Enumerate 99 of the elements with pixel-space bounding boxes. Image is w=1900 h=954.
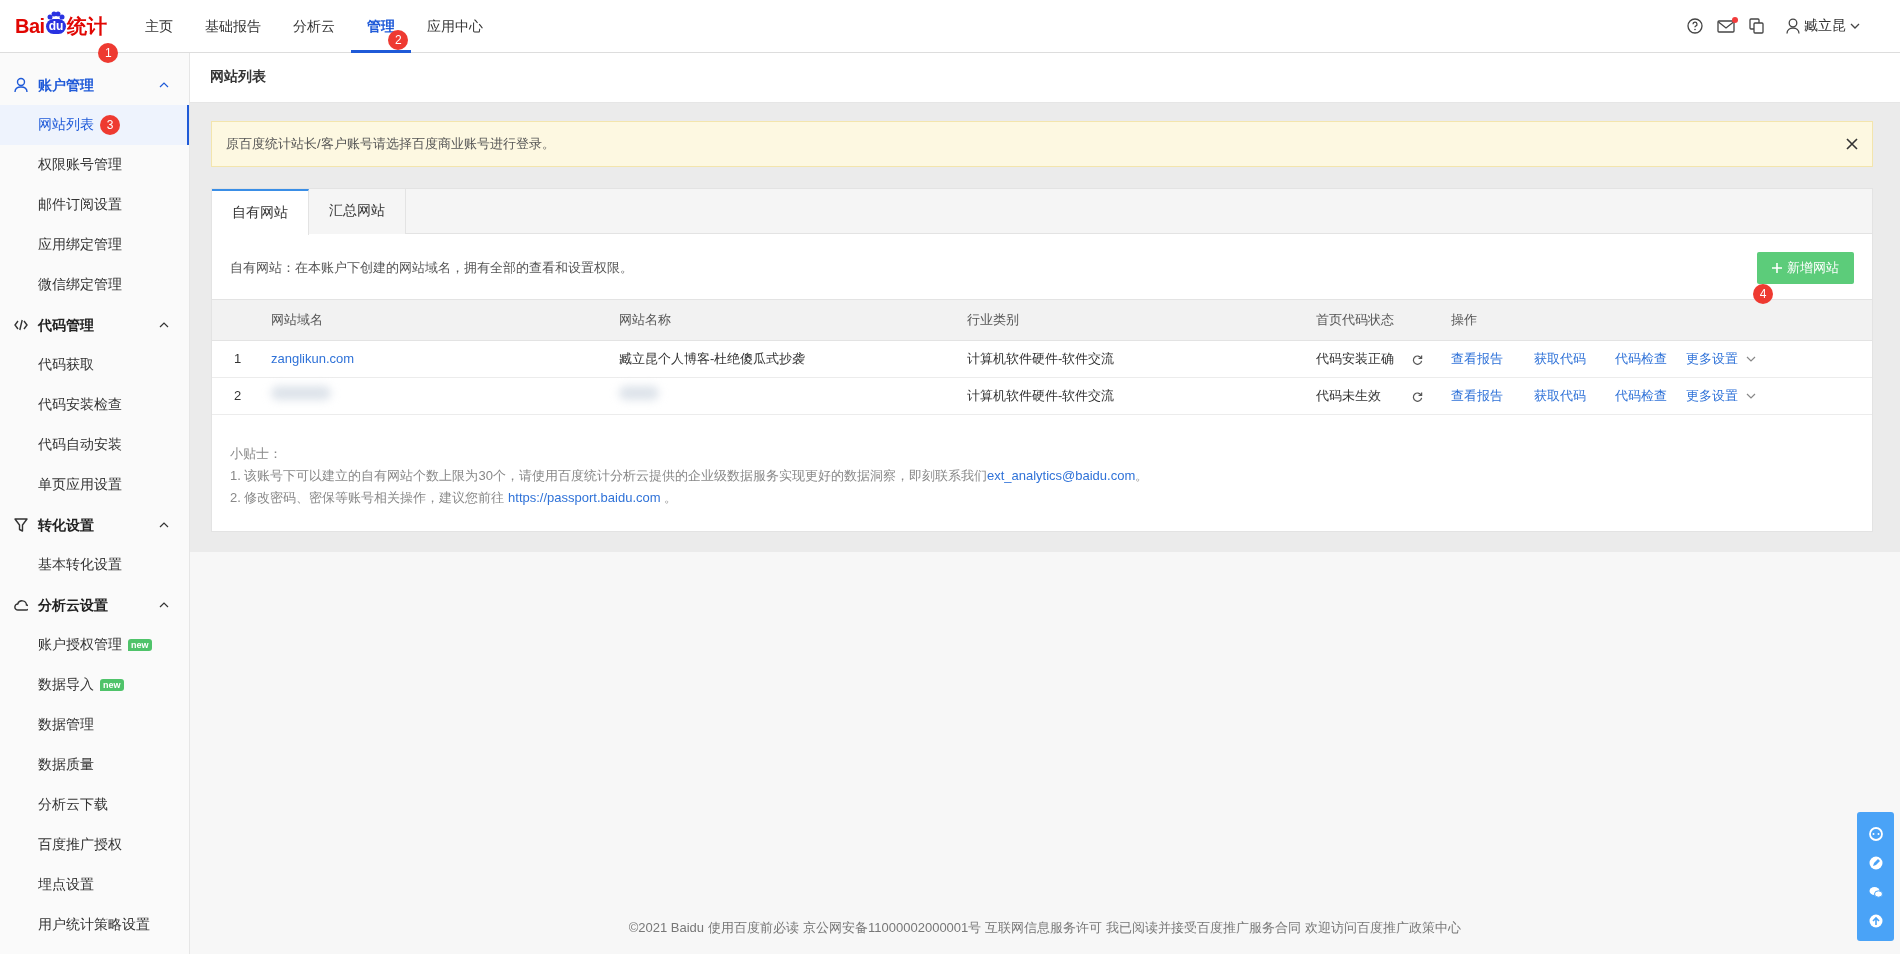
sidebar-item[interactable]: 数据导入 new [0, 665, 189, 705]
logo-text: Bai [15, 14, 45, 39]
status-text: 代码安装正确 [1316, 351, 1394, 367]
sidebar-group[interactable]: 分析云设置 [0, 585, 189, 625]
plus-icon [1772, 263, 1782, 273]
alert-text: 原百度统计站长/客户账号请选择百度商业账号进行登录。 [226, 135, 555, 154]
footer-link[interactable]: 使用百度前必读 [708, 917, 800, 937]
nav-tab[interactable]: 主页 [129, 0, 190, 53]
sidebar-item[interactable]: 基本转化设置 [0, 545, 189, 585]
filter-icon [14, 517, 28, 533]
copy-icon [1749, 18, 1764, 34]
description-text: 自有网站：在本账户下创建的网站域名，拥有全部的查看和设置权限。 [230, 259, 633, 277]
action-link[interactable]: 更多设置 [1686, 349, 1738, 369]
chat-icon [1867, 884, 1884, 900]
footer-link[interactable]: 我已阅读并接受百度推广服务合同 [1106, 917, 1302, 937]
back-to-top-icon [1867, 913, 1884, 929]
help-icon [1687, 18, 1703, 34]
sidebar-item[interactable]: 应用绑定管理 [0, 225, 189, 265]
close-button[interactable] [1846, 138, 1858, 150]
code-icon [14, 317, 28, 333]
refresh-button[interactable] [1412, 353, 1423, 365]
action-link[interactable]: 查看报告 [1451, 386, 1503, 406]
caret-icon [1746, 393, 1756, 399]
nav-tab[interactable]: 应用中心 [411, 0, 500, 53]
column-header: 行业类别 [967, 312, 1019, 328]
sidebar-item[interactable]: 微信绑定管理 [0, 265, 189, 305]
sidebar-group[interactable]: 转化设置 [0, 505, 189, 545]
nav-tab[interactable]: 基础报告 [189, 0, 278, 53]
sidebar-item[interactable]: 代码安装检查 [0, 385, 189, 425]
category-text: 计算机软件硬件-软件交流 [967, 388, 1115, 404]
caret-icon [1746, 356, 1756, 362]
sidebar-item[interactable]: 账户授权管理 new [0, 625, 189, 665]
refresh-button[interactable] [1412, 390, 1423, 402]
float-tool-button[interactable] [1867, 913, 1884, 929]
user-icon [14, 77, 28, 93]
mail-icon [1717, 19, 1735, 33]
sidebar-group[interactable]: 代码管理 [0, 305, 189, 345]
chevron-up-icon [159, 322, 169, 328]
column-header: 网站名称 [619, 312, 671, 328]
sidebar-item[interactable]: 数据质量 [0, 745, 189, 785]
tip-text: 1. 该账号下可以建立的自有网站个数上限为30个，请使用百度统计分析云提供的企业级数据服务实现更好的数据洞察，即刻联系我们ext_analytics@baidu.com。 [230, 467, 1150, 485]
float-tool-button[interactable] [1867, 826, 1884, 842]
action-link[interactable]: 获取代码 [1534, 349, 1586, 369]
category-text: 计算机软件硬件-软件交流 [967, 351, 1115, 367]
chevron-up-icon [159, 602, 169, 608]
user-name[interactable]: 臧立昆 [1804, 15, 1846, 37]
nav-tab[interactable]: 分析云 [277, 0, 352, 53]
site-name: 臧立昆个人博客-杜绝傻瓜式抄袭 [619, 351, 806, 367]
action-link[interactable]: 代码检查 [1615, 349, 1667, 369]
sidebar-item[interactable]: 百度推广授权 [0, 825, 189, 865]
logo-badge: du [45, 19, 67, 34]
new-badge: new [100, 679, 124, 691]
chevron-up-icon [159, 522, 169, 528]
domain-link[interactable]: zanglikun.com [271, 351, 355, 367]
footer-link[interactable]: 欢迎访问百度推广政策中心 [1305, 917, 1462, 937]
row-index: 1 [234, 351, 242, 367]
page-title: 网站列表 [190, 53, 1900, 103]
column-header: 操作 [1451, 312, 1477, 328]
edit-icon [1867, 855, 1884, 871]
action-link[interactable]: 查看报告 [1451, 349, 1503, 369]
tab[interactable]: 汇总网站 [309, 189, 406, 234]
sidebar-item[interactable]: 埋点设置 [0, 865, 189, 905]
logo-text: 统计 [67, 14, 107, 39]
status-text: 代码未生效 [1316, 388, 1381, 404]
float-tool-button[interactable] [1867, 884, 1884, 900]
blurred-text [619, 386, 659, 401]
sidebar-group[interactable]: 账户管理 [0, 65, 189, 105]
user-icon [1786, 18, 1800, 34]
new-badge: new [128, 639, 152, 651]
sidebar-item[interactable]: 数据管理 [0, 705, 189, 745]
caret-icon [1850, 23, 1860, 29]
headset-icon [1867, 826, 1884, 842]
tip-text: 2. 修改密码、密保等账号相关操作，建议您前往 https://passport.baidu.com 。 [230, 489, 679, 507]
sidebar-item[interactable]: 代码自动安装 [0, 425, 189, 465]
action-link[interactable]: 更多设置 [1686, 386, 1738, 406]
sidebar-item[interactable]: 分析云下载 [0, 785, 189, 825]
footer-link[interactable]: 互联网信息服务许可 [985, 917, 1103, 937]
action-link[interactable]: 获取代码 [1534, 386, 1586, 406]
sidebar-item[interactable]: 单页应用设置 [0, 465, 189, 505]
passport-link[interactable]: https://passport.baidu.com [508, 490, 661, 505]
email-link[interactable]: ext_analytics@baidu.com [986, 468, 1136, 483]
sidebar-item[interactable]: 代码获取 [0, 345, 189, 385]
sidebar-item[interactable]: 权限账号管理 [0, 145, 189, 185]
action-link[interactable]: 代码检查 [1615, 386, 1667, 406]
paw-icon [45, 11, 66, 20]
column-header: 网站域名 [271, 312, 323, 328]
chevron-up-icon [159, 82, 169, 88]
sidebar-item[interactable]: 用户统计策略设置 [0, 905, 189, 945]
annotation-marker: 4 [1753, 284, 1773, 304]
sidebar-item[interactable]: 邮件订阅设置 [0, 185, 189, 225]
row-index: 2 [234, 388, 242, 404]
copyright-text: ©2021 Baidu [628, 918, 705, 937]
tips-title: 小贴士： [230, 445, 283, 463]
column-header: 首页代码状态 [1316, 312, 1394, 328]
footer-link[interactable]: 京公网安备11000002000001号 [803, 917, 982, 937]
annotation-marker: 1 [98, 43, 119, 63]
cloud-icon [14, 597, 28, 613]
tab[interactable]: 自有网站 [212, 189, 309, 235]
float-tool-button[interactable] [1867, 855, 1884, 871]
